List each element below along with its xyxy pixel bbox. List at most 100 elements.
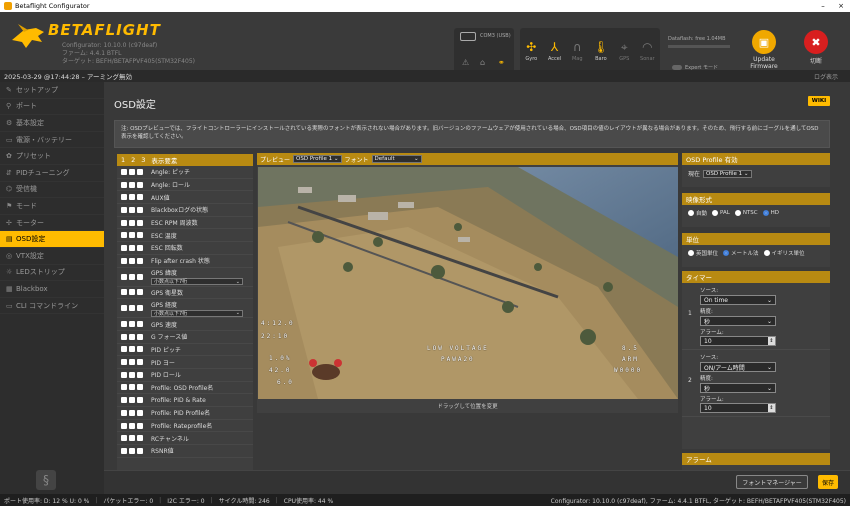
profile-2-checkbox[interactable] — [129, 244, 135, 251]
timer-alarm-input[interactable]: 10 ⇕ — [700, 403, 776, 413]
font-select[interactable]: Default ⌄ — [371, 155, 422, 163]
profile-3-checkbox[interactable] — [137, 232, 143, 239]
osd-arm-status[interactable]: ARM — [622, 356, 639, 363]
save-button[interactable]: 保存 — [818, 475, 838, 489]
profile-2-checkbox[interactable] — [129, 289, 135, 296]
element-variant-select[interactable]: 小数点以下7桁 — [151, 309, 243, 317]
osd-callsign[interactable]: PAWA20 — [441, 356, 475, 363]
profile-2-checkbox[interactable] — [129, 181, 135, 188]
profile-1-checkbox[interactable] — [121, 232, 127, 239]
sidebar-item-5[interactable]: ⇵ PIDチューニング — [0, 165, 104, 182]
profile-3-checkbox[interactable] — [137, 257, 143, 264]
element-variant-select[interactable]: 小数点以下7桁 — [151, 278, 243, 285]
osd-throttle[interactable]: 1.0% — [269, 355, 291, 362]
profile-3-checkbox[interactable] — [137, 447, 143, 454]
profile-1-checkbox[interactable] — [121, 371, 127, 378]
profile-2-checkbox[interactable] — [129, 273, 135, 280]
sidebar-item-6[interactable]: ⌬ 受信機 — [0, 182, 104, 199]
profile-2-checkbox[interactable] — [129, 435, 135, 442]
fpv-camera-preview[interactable] — [258, 167, 678, 399]
video-format-option-3[interactable]: HD — [762, 210, 779, 216]
osd-timer[interactable]: 22:10 — [261, 333, 289, 340]
video-format-option-0[interactable]: 自動 — [688, 209, 707, 217]
profile-3-checkbox[interactable] — [137, 168, 143, 175]
sidebar-item-0[interactable]: ✎ セットアップ — [0, 82, 104, 99]
sidebar-item-7[interactable]: ⚑ モード — [0, 198, 104, 215]
profile-3-checkbox[interactable] — [137, 333, 143, 340]
timer-source-select[interactable]: On time — [700, 295, 776, 305]
profile-1-checkbox[interactable] — [121, 181, 127, 188]
profile-2-checkbox[interactable] — [129, 305, 135, 312]
profile-3-checkbox[interactable] — [137, 359, 143, 366]
units-radio[interactable] — [723, 250, 730, 256]
video-format-option-2[interactable]: NTSC — [734, 210, 758, 216]
profile-tab-2[interactable]: 2 — [131, 156, 135, 164]
profile-1-checkbox[interactable] — [121, 321, 127, 328]
minimize-button[interactable]: – — [814, 2, 832, 10]
sidebar-item-8[interactable]: ✢ モーター — [0, 215, 104, 232]
profile-1-checkbox[interactable] — [121, 305, 127, 312]
video-format-radio[interactable] — [734, 210, 741, 216]
sidebar-item-1[interactable]: ⚲ ポート — [0, 99, 104, 116]
profile-3-checkbox[interactable] — [137, 422, 143, 429]
profile-1-checkbox[interactable] — [121, 435, 127, 442]
profile-1-checkbox[interactable] — [121, 168, 127, 175]
profile-3-checkbox[interactable] — [137, 181, 143, 188]
timer-precision-select[interactable]: 秒 — [700, 383, 776, 393]
profile-1-checkbox[interactable] — [121, 194, 127, 201]
profile-2-checkbox[interactable] — [129, 194, 135, 201]
profile-tab-1[interactable]: 1 — [121, 156, 125, 164]
font-manager-button[interactable]: フォントマネージャー — [736, 475, 808, 489]
profile-1-checkbox[interactable] — [121, 422, 127, 429]
profile-2-checkbox[interactable] — [129, 422, 135, 429]
units-option-2[interactable]: イギリス単位 — [763, 249, 805, 257]
timer-alarm-input[interactable]: 10 ⇕ — [700, 336, 776, 346]
profile-3-checkbox[interactable] — [137, 273, 143, 280]
osd-power[interactable]: W0000 — [614, 367, 642, 374]
sidebar-item-12[interactable]: ▦ Blackbox — [0, 281, 104, 298]
profile-1-checkbox[interactable] — [121, 257, 127, 264]
profile-1-checkbox[interactable] — [121, 359, 127, 366]
profile-2-checkbox[interactable] — [129, 359, 135, 366]
spinner-icon[interactable]: ⇕ — [768, 404, 775, 412]
profile-1-checkbox[interactable] — [121, 346, 127, 353]
video-format-radio[interactable] — [688, 210, 694, 216]
profile-3-checkbox[interactable] — [137, 219, 143, 226]
profile-3-checkbox[interactable] — [137, 409, 143, 416]
units-radio[interactable] — [688, 250, 694, 256]
profile-3-checkbox[interactable] — [137, 244, 143, 251]
profile-2-checkbox[interactable] — [129, 168, 135, 175]
preview-profile-select[interactable]: OSD Profile 1 ⌄ — [293, 155, 342, 163]
profile-1-checkbox[interactable] — [121, 333, 127, 340]
show-log-button[interactable]: ログ表示 — [814, 72, 838, 81]
profile-3-checkbox[interactable] — [137, 321, 143, 328]
profile-1-checkbox[interactable] — [121, 219, 127, 226]
profile-3-checkbox[interactable] — [137, 435, 143, 442]
sidebar-item-10[interactable]: ◎ VTX設定 — [0, 248, 104, 265]
spinner-icon[interactable]: ⇕ — [768, 337, 775, 345]
profile-3-checkbox[interactable] — [137, 384, 143, 391]
disconnect-button[interactable]: ✖ 切断 — [800, 30, 832, 65]
profile-2-checkbox[interactable] — [129, 409, 135, 416]
osd-altitude[interactable]: 42.0 — [269, 367, 291, 374]
profile-3-checkbox[interactable] — [137, 397, 143, 404]
video-format-option-1[interactable]: PAL — [712, 210, 730, 216]
profile-1-checkbox[interactable] — [121, 447, 127, 454]
profile-1-checkbox[interactable] — [121, 384, 127, 391]
profile-2-checkbox[interactable] — [129, 333, 135, 340]
osd-flight-time[interactable]: 4:12.0 — [261, 320, 295, 327]
profile-2-checkbox[interactable] — [129, 257, 135, 264]
update-firmware-button[interactable]: ▣ Update Firmware — [748, 30, 780, 70]
timer-precision-select[interactable]: 秒 — [700, 316, 776, 326]
profile-2-checkbox[interactable] — [129, 371, 135, 378]
units-option-1[interactable]: メートル法 — [723, 249, 759, 257]
sidebar-item-11[interactable]: ☼ LEDストリップ — [0, 265, 104, 282]
osd-warning[interactable]: LOW VOLTAGE — [427, 345, 489, 352]
timer-source-select[interactable]: ON/アーム時間 — [700, 362, 776, 372]
profile-3-checkbox[interactable] — [137, 194, 143, 201]
video-format-radio[interactable] — [762, 210, 769, 216]
active-profile-select[interactable]: OSD Profile 1 ⌄ — [703, 169, 752, 178]
wiki-button[interactable]: WIKI — [808, 96, 830, 106]
sidebar-item-3[interactable]: ▭ 電源・バッテリー — [0, 132, 104, 149]
profile-3-checkbox[interactable] — [137, 371, 143, 378]
